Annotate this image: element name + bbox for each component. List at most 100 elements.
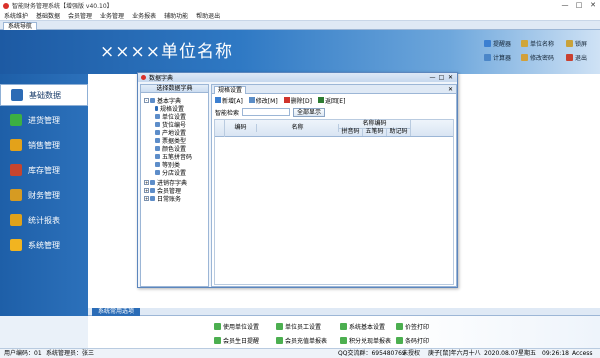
tree-node-branch[interactable]: 分店设置	[155, 169, 186, 177]
col-custom-header[interactable]: 助记码	[387, 128, 411, 136]
price-tag-icon	[396, 323, 403, 330]
settings-icon	[214, 323, 221, 330]
menu-item-help[interactable]: 帮助退出	[192, 11, 224, 20]
quick-options-area: 系统常用选项 使用单位设置 单位员工设置 系统基本设置 价签打印 会员生日提醒 …	[88, 308, 600, 348]
menu-bar: 系统维护 基础数据 会员管理 业务管理 业务报表 辅助功能 帮助退出	[0, 11, 600, 21]
return-button[interactable]: 返回[E]	[317, 96, 345, 105]
sidebar-item-inventory[interactable]: 库存管理	[0, 159, 88, 181]
tree-node-member[interactable]: + 会员管理	[144, 187, 181, 195]
menu-item-tools[interactable]: 辅助功能	[160, 11, 192, 20]
house-icon	[10, 164, 22, 176]
tree-node-inventory[interactable]: + 进销存字典	[144, 179, 187, 187]
lock-screen-button[interactable]: 锁屏	[566, 39, 587, 48]
unit-name-button[interactable]: 单位名称	[521, 39, 554, 48]
show-all-button[interactable]: 全部显示	[293, 107, 326, 117]
maximize-icon[interactable]: □	[572, 0, 586, 11]
system-icon	[340, 323, 347, 330]
sidebar: 基础数据 进货管理 销售管理 库存管理 财务管理 统计报表 系统管理	[0, 74, 88, 316]
staff-icon	[276, 323, 283, 330]
calculator-button[interactable]: 计算器	[484, 53, 511, 62]
quick-price-tag-print[interactable]: 价签打印	[396, 322, 429, 331]
sidebar-item-finance[interactable]: 财务管理	[0, 184, 88, 206]
pencil-icon	[11, 89, 23, 101]
expand-icon[interactable]: +	[144, 188, 149, 193]
lock-icon	[566, 40, 573, 47]
dialog-minimize-icon[interactable]: —	[428, 73, 437, 82]
reminder-button[interactable]: 提醒器	[484, 39, 511, 48]
tree-header: 选择数据字典	[141, 85, 208, 93]
spec-panel: 规格设置 ✕ 新增[A] 修改[M] 删除[D] 返回[E] 智能检索 全部显示…	[211, 84, 457, 287]
quick-birthday-reminder[interactable]: 会员生日提醒	[214, 336, 259, 345]
search-row: 智能检索 全部显示	[215, 107, 326, 117]
grid-header: 编码 名称 名称编码 拼音码 五笔码 助记码	[215, 120, 453, 137]
quick-system-settings[interactable]: 系统基本设置	[340, 322, 385, 331]
status-weekday: 星期五	[518, 350, 537, 357]
tree-node-basic[interactable]: - 基本字典	[144, 97, 181, 105]
tree-node-grade[interactable]: 等别类	[155, 161, 180, 169]
report-icon	[340, 337, 347, 344]
col-code-header[interactable]: 编码	[225, 124, 257, 132]
dialog-close-icon[interactable]: ✕	[446, 73, 455, 82]
app-title: 智能财务管理系统【增强版 v40.10】	[12, 3, 113, 10]
status-db: Access	[572, 350, 593, 357]
sidebar-item-purchase[interactable]: 进货管理	[0, 109, 88, 131]
dialog-maximize-icon[interactable]: □	[437, 73, 446, 82]
header-banner: ××××单位名称 提醒器 单位名称 锁屏 计算器 修改密码 退出	[0, 30, 600, 74]
col-name-header[interactable]: 名称	[257, 124, 339, 132]
tab-spec-settings[interactable]: 规格设置	[214, 86, 247, 94]
edit-button[interactable]: 修改[M]	[248, 96, 278, 105]
menu-item-basic-data[interactable]: 基础数据	[32, 11, 64, 20]
tree-node-wubi[interactable]: 五笔拼音码	[155, 153, 192, 161]
add-icon	[215, 97, 221, 103]
collapse-icon[interactable]: -	[144, 98, 149, 103]
col-pinyin-header[interactable]: 拼音码	[339, 128, 363, 136]
tree-node-unit[interactable]: 单位设置	[155, 113, 186, 121]
quick-recharge-report[interactable]: 会员充值单报表	[276, 336, 327, 345]
bottom-tab-strip: 系统常用选项	[88, 308, 600, 316]
expand-icon[interactable]: +	[144, 196, 149, 201]
folder-icon	[150, 180, 155, 185]
sidebar-item-basic-data[interactable]: 基础数据	[0, 84, 88, 106]
node-icon	[155, 154, 160, 159]
tree-node-origin[interactable]: 产地设置	[155, 129, 186, 137]
dialog-title: 数据字典	[149, 75, 174, 82]
expand-icon[interactable]: +	[144, 180, 149, 185]
quick-staff-settings[interactable]: 单位员工设置	[276, 322, 321, 331]
minimize-icon[interactable]: —	[558, 0, 572, 11]
change-password-button[interactable]: 修改密码	[521, 53, 554, 62]
bell-icon	[484, 40, 491, 47]
status-date: 2020.08.07	[484, 350, 519, 357]
sidebar-item-system[interactable]: 系统管理	[0, 234, 88, 256]
menu-item-reports[interactable]: 业务报表	[128, 11, 160, 20]
tab-common-options[interactable]: 系统常用选项	[92, 308, 141, 316]
sidebar-item-statistics[interactable]: 统计报表	[0, 209, 88, 231]
close-icon[interactable]: ✕	[586, 0, 600, 11]
tree-node-spec[interactable]: 规格设置	[155, 105, 184, 113]
menu-item-business[interactable]: 业务管理	[96, 11, 128, 20]
search-input[interactable]	[242, 108, 291, 116]
tree-node-color[interactable]: 颜色设置	[155, 145, 186, 153]
node-icon	[155, 138, 160, 143]
panel-close-icon[interactable]: ✕	[448, 85, 453, 94]
gear-icon	[10, 239, 22, 251]
quick-barcode-print[interactable]: 条码打印	[396, 336, 429, 345]
building-icon	[521, 40, 528, 47]
sidebar-item-sales[interactable]: 销售管理	[0, 134, 88, 156]
tree-node-bill-type[interactable]: 票据类型	[155, 137, 186, 145]
edit-icon	[248, 97, 255, 103]
exit-button[interactable]: 退出	[566, 53, 587, 62]
unit-name-title: ××××单位名称	[100, 42, 233, 62]
menu-item-system[interactable]: 系统维护	[0, 11, 32, 20]
menu-item-member[interactable]: 会员管理	[64, 11, 96, 20]
add-button[interactable]: 新增[A]	[215, 96, 243, 105]
tab-system-nav[interactable]: 系统导航	[3, 22, 38, 30]
quick-unit-settings[interactable]: 使用单位设置	[214, 322, 259, 331]
coins-icon	[10, 189, 22, 201]
arrow-icon	[155, 106, 158, 111]
delete-button[interactable]: 删除[D]	[283, 96, 312, 105]
quick-points-report[interactable]: 积分兑现单报表	[340, 336, 391, 345]
col-wubi-header[interactable]: 五笔码	[363, 128, 387, 136]
tree-node-location[interactable]: 货位编号	[155, 121, 186, 129]
dialog-title-bar[interactable]: 数据字典 — □ ✕	[138, 73, 457, 82]
tree-node-daily-accounts[interactable]: + 日常账务	[144, 195, 181, 203]
